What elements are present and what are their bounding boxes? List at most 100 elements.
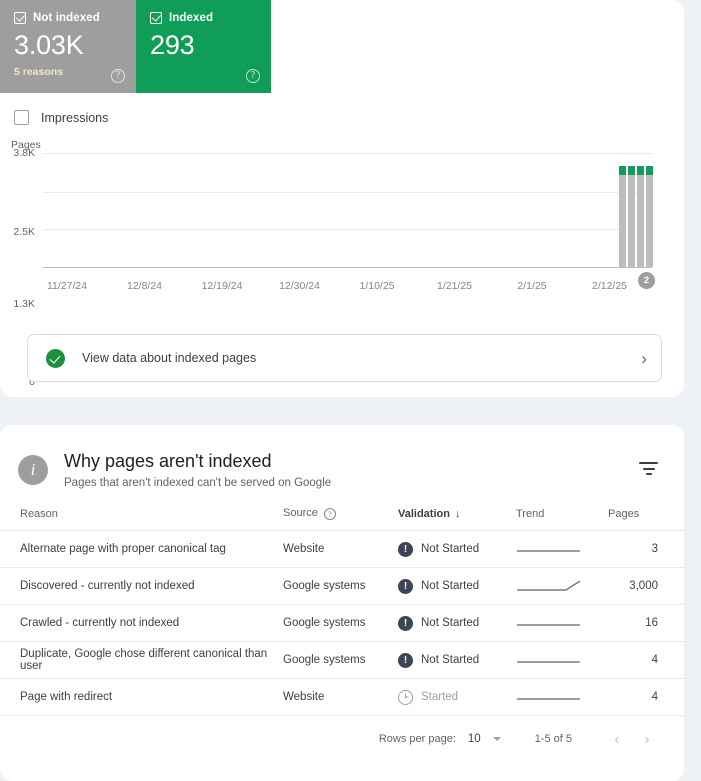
x-axis-tick: 2/12/25 (591, 280, 628, 292)
summary-tile-indexed[interactable]: Indexed 293 ? (136, 0, 271, 93)
not-indexed-label: Not indexed (33, 12, 100, 24)
table-header-row: Reason Source? Validation ↓ Trend Pages (0, 499, 684, 531)
filter-bar-3 (645, 473, 652, 475)
indexed-value: 293 (150, 30, 195, 60)
cell-validation: Started (398, 678, 516, 716)
cell-validation: ! Not Started (398, 567, 516, 605)
coverage-chart: Pages 0 1.3K 2.5K 3.8K 11/27/24 12/8/24 12/19/… (0, 139, 684, 388)
checkbox-checked-icon[interactable] (14, 12, 26, 24)
alert-icon: ! (398, 652, 413, 668)
table-row[interactable]: Duplicate, Google chose different canoni… (0, 641, 684, 679)
index-coverage-page: Not indexed 3.03K 5 reasons ? Indexed 29… (0, 0, 701, 781)
cell-source: Website (283, 530, 398, 568)
indexed-pages-banner[interactable]: View data about indexed pages › (27, 334, 662, 382)
column-label: Source (283, 507, 318, 519)
rows-per-page-label: Rows per page: (378, 733, 456, 745)
impressions-toggle[interactable]: Impressions (14, 110, 684, 125)
chart-bar[interactable] (619, 166, 626, 267)
chevron-right-icon[interactable]: › (641, 350, 647, 367)
column-header-reason[interactable]: Reason (0, 499, 283, 531)
trend-sparkline (517, 550, 580, 552)
cell-validation: ! Not Started (398, 604, 516, 642)
trend-sparkline (517, 698, 580, 700)
table-row[interactable]: Page with redirect Website Started 4 (0, 678, 684, 716)
page-subtitle: Pages that aren't indexed can't be serve… (64, 477, 332, 489)
checkbox-unchecked-icon[interactable] (14, 110, 29, 125)
grid-line: 0 (29, 267, 652, 388)
page-title: Why pages aren't indexed (64, 451, 272, 471)
cell-validation: ! Not Started (398, 641, 516, 679)
not-indexed-value: 3.03K (14, 30, 84, 60)
why-pages-arent-indexed-card: i Why pages aren't indexed Pages that ar… (0, 425, 684, 781)
help-icon[interactable]: ? (111, 69, 125, 83)
cell-trend (516, 604, 608, 642)
cell-trend (516, 567, 608, 605)
impressions-label: Impressions (41, 110, 109, 125)
table-row[interactable]: Alternate page with proper canonical tag… (0, 530, 684, 568)
validation-status: Started (398, 689, 516, 705)
column-header-source[interactable]: Source? (283, 499, 398, 531)
x-axis-tick: 1/10/25 (359, 280, 395, 292)
chart-bar[interactable] (637, 166, 644, 267)
banner-label: View data about indexed pages (82, 351, 257, 365)
alert-icon: ! (398, 615, 413, 631)
chart-bar[interactable] (646, 166, 653, 267)
cell-source: Google systems (283, 641, 398, 679)
x-axis-tick: 12/8/24 (126, 280, 163, 292)
grid-line: 3.8K (13, 147, 652, 159)
cell-source: Google systems (283, 604, 398, 642)
info-icon: i (18, 455, 48, 485)
help-icon[interactable]: ? (323, 508, 336, 520)
y-axis-tick: 1.3K (13, 298, 35, 311)
table-row[interactable]: Discovered - currently not indexed Google… (0, 567, 684, 605)
filter-icon[interactable] (639, 462, 658, 477)
rows-per-page-value[interactable]: 10 (468, 733, 481, 745)
cell-pages: 4 (608, 678, 684, 716)
chart-bar-indexed-segment (628, 166, 635, 176)
sort-desc-icon[interactable]: ↓ (455, 508, 461, 520)
summary-tiles: Not indexed 3.03K 5 reasons ? Indexed 29… (0, 0, 271, 93)
column-header-pages[interactable]: Pages (608, 499, 684, 531)
help-icon[interactable]: ? (246, 69, 260, 83)
cell-validation: ! Not Started (398, 530, 516, 568)
next-page-button[interactable]: › (632, 731, 662, 748)
table-body: Alternate page with proper canonical tag… (0, 530, 684, 716)
cell-reason[interactable]: Duplicate, Google chose different canoni… (0, 641, 283, 679)
status-badge: Not Started (421, 543, 480, 555)
chevron-down-icon[interactable] (492, 737, 501, 741)
cell-trend (516, 530, 608, 568)
status-badge: Not Started (421, 617, 480, 629)
checkbox-checked-icon[interactable] (150, 12, 162, 24)
cell-reason[interactable]: Discovered - currently not indexed (0, 567, 283, 605)
cell-reason[interactable]: Crawled - currently not indexed (0, 604, 283, 642)
trend-sparkline (517, 661, 580, 663)
column-label: Pages (608, 507, 640, 520)
column-label: Trend (516, 507, 545, 520)
table-header: Reason Source? Validation ↓ Trend Pages (0, 499, 684, 531)
table-row[interactable]: Crawled - currently not indexed Google sy… (0, 604, 684, 642)
validation-status: ! Not Started (398, 615, 516, 631)
status-badge: Not Started (421, 580, 480, 592)
chart-bar[interactable] (628, 166, 635, 267)
cell-pages: 3,000 (608, 567, 684, 605)
alert-icon: ! (398, 541, 413, 557)
cell-reason[interactable]: Alternate page with proper canonical tag (0, 530, 283, 568)
indexed-header: Indexed (150, 11, 259, 25)
cell-pages: 16 (608, 604, 684, 642)
x-axis-tick: 12/19/24 (201, 280, 243, 292)
column-label: Validation (398, 507, 450, 520)
column-header-validation[interactable]: Validation ↓ (398, 499, 516, 531)
not-indexed-reasons-count: 5 reasons (14, 66, 64, 78)
alert-icon: ! (398, 578, 413, 594)
cell-reason[interactable]: Page with redirect (0, 678, 283, 716)
annotation-badge[interactable]: 2 (638, 272, 655, 289)
chart-bar-indexed-segment (646, 166, 653, 176)
reasons-table: Reason Source? Validation ↓ Trend Pages (0, 499, 684, 716)
status-badge: Started (421, 691, 459, 703)
column-header-trend[interactable]: Trend (516, 499, 608, 531)
summary-tile-not-indexed[interactable]: Not indexed 3.03K 5 reasons ? (0, 0, 136, 93)
cell-source: Website (283, 678, 398, 716)
coverage-summary-card: Not indexed 3.03K 5 reasons ? Indexed 29… (0, 0, 684, 397)
chart-plot-area[interactable]: 0 1.3K 2.5K 3.8K 11/27/24 12/8/24 12/19/24 12/3… (13, 147, 655, 388)
previous-page-button[interactable]: ‹ (602, 731, 632, 748)
